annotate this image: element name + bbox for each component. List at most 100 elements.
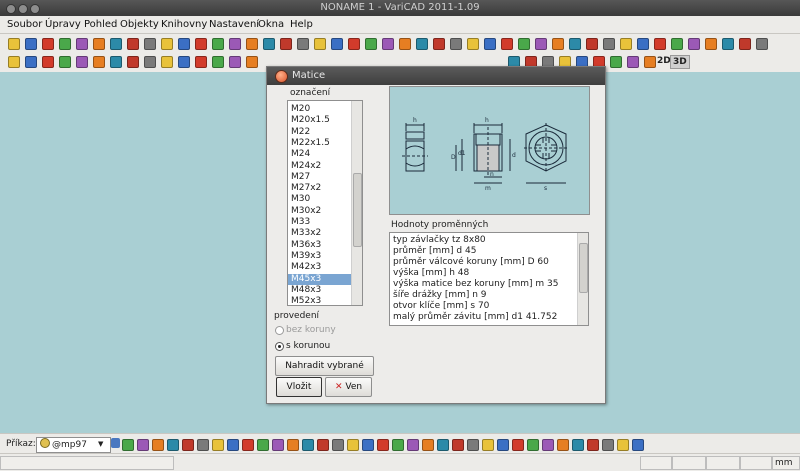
menu-objekty[interactable]: Objekty [120, 19, 159, 30]
main-tool-icon[interactable] [450, 38, 462, 50]
main-tool-icon[interactable] [246, 38, 258, 50]
secondary-tool-icon[interactable] [127, 56, 139, 68]
command-tool-icon[interactable] [152, 439, 164, 451]
list-item[interactable]: M22 [291, 127, 350, 138]
list-item[interactable]: M42x3 [291, 262, 350, 273]
command-tool-icon[interactable] [407, 439, 419, 451]
view-3d-button[interactable]: 3D [670, 55, 690, 69]
main-tool-icon[interactable] [110, 38, 122, 50]
main-tool-icon[interactable] [8, 38, 20, 50]
command-tool-icon[interactable] [212, 439, 224, 451]
command-tool-icon[interactable] [497, 439, 509, 451]
command-tool-icon[interactable] [632, 439, 644, 451]
replace-selected-button[interactable]: Nahradit vybrané [275, 356, 374, 376]
list-item[interactable]: M22x1.5 [291, 138, 350, 149]
secondary-tool-icon[interactable] [76, 56, 88, 68]
main-tool-icon[interactable] [331, 38, 343, 50]
command-tool-icon[interactable] [137, 439, 149, 451]
secondary-tool-icon[interactable] [8, 56, 20, 68]
main-tool-icon[interactable] [603, 38, 615, 50]
main-tool-icon[interactable] [399, 38, 411, 50]
list-item[interactable]: M33x2 [291, 228, 350, 239]
main-tool-icon[interactable] [195, 38, 207, 50]
list-item[interactable]: M52x3 [291, 296, 350, 305]
scrollbar-thumb[interactable] [353, 173, 362, 247]
command-tool-icon[interactable] [602, 439, 614, 451]
command-tool-icon[interactable] [287, 439, 299, 451]
list-item[interactable]: M24x2 [291, 161, 350, 172]
main-tool-icon[interactable] [586, 38, 598, 50]
main-tool-icon[interactable] [280, 38, 292, 50]
main-tool-icon[interactable] [518, 38, 530, 50]
main-tool-icon[interactable] [297, 38, 309, 50]
secondary-tool-icon[interactable] [246, 56, 258, 68]
menu-pohled[interactable]: Pohled [84, 19, 117, 30]
main-tool-icon[interactable] [263, 38, 275, 50]
main-tool-icon[interactable] [569, 38, 581, 50]
command-tool-icon[interactable] [452, 439, 464, 451]
main-tool-icon[interactable] [688, 38, 700, 50]
main-tool-icon[interactable] [93, 38, 105, 50]
list-item[interactable]: M24 [291, 149, 350, 160]
designation-list-scrollbar[interactable] [351, 101, 362, 305]
secondary-tool-icon[interactable] [93, 56, 105, 68]
main-tool-icon[interactable] [671, 38, 683, 50]
command-tool-icon[interactable] [527, 439, 539, 451]
command-tool-icon[interactable] [347, 439, 359, 451]
main-tool-icon[interactable] [739, 38, 751, 50]
command-tool-icon[interactable] [317, 439, 329, 451]
main-tool-icon[interactable] [365, 38, 377, 50]
command-tool-icon[interactable] [362, 439, 374, 451]
secondary-tool-icon[interactable] [178, 56, 190, 68]
main-tool-icon[interactable] [382, 38, 394, 50]
scrollbar-thumb[interactable] [579, 243, 588, 293]
main-tool-icon[interactable] [76, 38, 88, 50]
command-tool-icon[interactable] [182, 439, 194, 451]
list-item[interactable]: M20 [291, 104, 350, 115]
secondary-tool-icon[interactable] [229, 56, 241, 68]
list-item[interactable]: M27 [291, 172, 350, 183]
secondary-tool-icon[interactable] [144, 56, 156, 68]
secondary-tool-icon[interactable] [627, 56, 639, 68]
designation-list[interactable]: M20 M20x1.5 M22 M22x1.5 M24 M24x2 M27 M2… [287, 100, 363, 306]
menu-knihovny[interactable]: Knihovny [161, 19, 207, 30]
main-tool-icon[interactable] [178, 38, 190, 50]
list-item[interactable]: M30 [291, 194, 350, 205]
insert-button[interactable]: Vložit [276, 377, 322, 397]
main-tool-icon[interactable] [705, 38, 717, 50]
main-tool-icon[interactable] [552, 38, 564, 50]
command-tool-icon[interactable] [557, 439, 569, 451]
secondary-tool-icon[interactable] [110, 56, 122, 68]
command-tool-icon[interactable] [587, 439, 599, 451]
command-tool-icon[interactable] [272, 439, 284, 451]
menu-soubor[interactable]: Soubor [7, 19, 42, 30]
values-list-scrollbar[interactable] [577, 233, 588, 325]
menu-nastaveni[interactable]: Nastavení [209, 19, 259, 30]
command-tool-icon[interactable] [242, 439, 254, 451]
main-tool-icon[interactable] [722, 38, 734, 50]
list-item[interactable]: M33 [291, 217, 350, 228]
command-tool-icon[interactable] [332, 439, 344, 451]
main-tool-icon[interactable] [161, 38, 173, 50]
main-tool-icon[interactable] [127, 38, 139, 50]
main-tool-icon[interactable] [654, 38, 666, 50]
command-tool-icon[interactable] [512, 439, 524, 451]
command-tool-icon[interactable] [302, 439, 314, 451]
command-tool-icon[interactable] [122, 439, 134, 451]
main-tool-icon[interactable] [25, 38, 37, 50]
command-tool-icon[interactable] [542, 439, 554, 451]
command-tool-icon[interactable] [227, 439, 239, 451]
command-tool-icon[interactable] [572, 439, 584, 451]
secondary-tool-icon[interactable] [644, 56, 656, 68]
radio-s-korunou[interactable] [275, 342, 284, 351]
command-tool-icon[interactable] [377, 439, 389, 451]
values-list[interactable]: typ závlačky tz 8x80 průměr [mm] d 45 pr… [389, 232, 589, 326]
secondary-tool-icon[interactable] [610, 56, 622, 68]
command-options-icon[interactable] [111, 438, 120, 448]
command-tool-icon[interactable] [392, 439, 404, 451]
list-item[interactable]: M30x2 [291, 206, 350, 217]
main-tool-icon[interactable] [535, 38, 547, 50]
menu-okna[interactable]: Okna [258, 19, 284, 30]
command-tool-icon[interactable] [467, 439, 479, 451]
command-tool-icon[interactable] [482, 439, 494, 451]
